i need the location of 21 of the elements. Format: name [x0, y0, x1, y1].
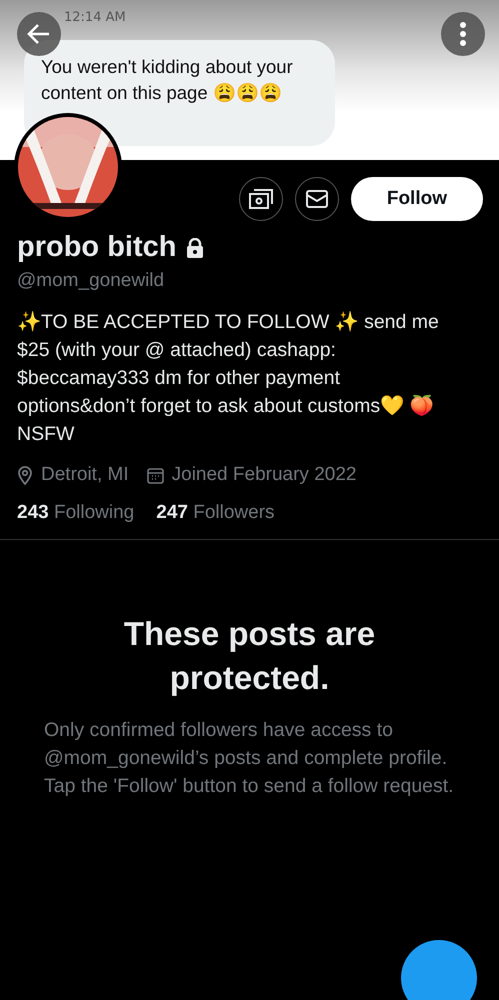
follow-button[interactable]: Follow	[350, 177, 483, 221]
back-arrow-icon	[27, 23, 51, 45]
following-link[interactable]: 243 Following	[17, 502, 134, 524]
location-text: Detroit, MI	[41, 464, 129, 486]
mail-icon	[304, 189, 329, 209]
message-time: 12:14 AM	[64, 10, 126, 27]
message-button[interactable]	[294, 177, 339, 221]
money-icon	[248, 187, 274, 211]
protected-message: Only confirmed followers have access to @mom_gonewild’s posts and complete profile. Tap the 'Follow' button to send a follow request.	[44, 718, 455, 799]
tip-button[interactable]	[238, 177, 283, 221]
followers-link[interactable]: 247 Followers	[156, 502, 275, 524]
joined-date: Joined February 2022	[172, 464, 356, 486]
location-pin-icon	[17, 465, 33, 485]
profile-handle: @mom_gonewild	[17, 270, 166, 292]
profile-bio: ✨TO BE ACCEPTED TO FOLLOW ✨ send me $25 (with your @ attached) cashapp: $beccamay333 dm for other payment options&don’t forget to ask about customs💛 🍑 NSFW	[17, 310, 440, 447]
more-icon	[459, 21, 467, 47]
compose-button[interactable]	[401, 940, 477, 1000]
protected-title: These posts are protected.	[122, 614, 376, 698]
message-bubble: You weren't kidding about your content on this page 😩😩😩	[24, 40, 335, 146]
profile-name: probo bitch	[17, 231, 176, 264]
calendar-icon	[146, 466, 164, 484]
